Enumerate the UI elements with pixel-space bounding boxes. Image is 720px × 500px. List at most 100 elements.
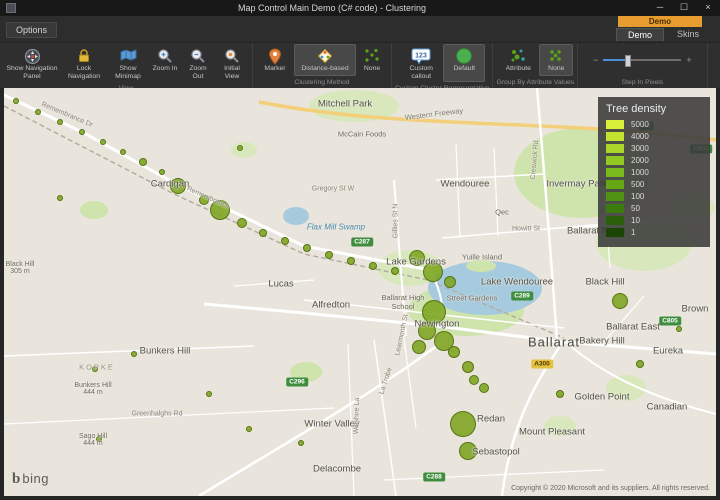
- legend-swatch: [606, 168, 624, 177]
- legend-value: 500: [631, 180, 644, 189]
- map-label: Lake Gardens: [386, 257, 446, 268]
- green-circle-icon: [455, 47, 473, 65]
- legend-value: 10: [631, 216, 640, 225]
- button-label: Attribute: [506, 65, 531, 73]
- map-label: Flax Mill Swamp: [307, 223, 365, 232]
- map-label: Ballarat High School: [382, 293, 425, 311]
- map-label: Yuille Island: [462, 253, 502, 262]
- map-label: Western Freeway: [404, 106, 463, 122]
- distance-based-button[interactable]: Distance-based: [294, 44, 356, 76]
- tab-demo[interactable]: Demo: [616, 28, 664, 41]
- scatter-dots-icon: [363, 47, 381, 65]
- legend-item: 500: [606, 180, 702, 189]
- marker-button[interactable]: Marker: [256, 44, 294, 76]
- callout-123-icon: 123: [411, 47, 431, 65]
- show-minimap-button[interactable]: Show Minimap: [107, 44, 149, 82]
- map-label: Greenhalghs Rd: [132, 411, 183, 418]
- lock-icon: [76, 47, 92, 65]
- button-label: Initial View: [218, 65, 246, 81]
- slider-thumb[interactable]: [625, 55, 631, 67]
- lock-navigation-button[interactable]: Lock Navigation: [61, 44, 107, 82]
- group-clustering-method: Marker Distance-based None Clustering Me…: [253, 43, 392, 88]
- slider-track[interactable]: [603, 59, 681, 61]
- clustering-none-button[interactable]: None: [356, 44, 388, 76]
- map-label: Black Hill: [585, 277, 624, 288]
- map-label: Redan: [477, 414, 505, 425]
- map-label: Ballarat: [528, 335, 580, 350]
- options-button[interactable]: Options: [6, 22, 57, 38]
- map-label: Howitt St: [512, 226, 540, 233]
- map-label: Bakery Hill: [579, 336, 624, 347]
- bing-logo-mark: b: [12, 471, 20, 488]
- legend-item: 1: [606, 228, 702, 237]
- tab-skins[interactable]: Skins: [666, 28, 710, 41]
- legend-value: 4000: [631, 132, 649, 141]
- map-label: Delacombe: [313, 464, 361, 475]
- legend-item: 4000: [606, 132, 702, 141]
- button-label: Distance-based: [301, 65, 348, 73]
- map-label: Remembrance: [186, 185, 231, 210]
- legend-value: 100: [631, 192, 644, 201]
- map-label: Creswick Rd: [530, 140, 540, 180]
- map-label: Lake Wendouree: [481, 277, 553, 288]
- zoom-in-icon: [157, 47, 173, 65]
- zoom-out-button[interactable]: Zoom Out: [181, 44, 215, 82]
- maximize-button[interactable]: ☐: [672, 0, 696, 16]
- map-label: Golden Point: [575, 392, 630, 403]
- default-representative-button[interactable]: Default: [443, 44, 485, 82]
- legend-value: 3000: [631, 144, 649, 153]
- map-label: KOPKE: [79, 363, 115, 372]
- window-title: Map Control Main Demo (C# code) - Cluste…: [16, 3, 648, 13]
- map-label: Eureka: [653, 346, 683, 357]
- legend-item: 50: [606, 204, 702, 213]
- close-button[interactable]: ×: [696, 0, 720, 16]
- minimize-button[interactable]: ─: [648, 0, 672, 16]
- legend-panel: Tree density 500040003000200010005001005…: [598, 97, 710, 247]
- zoom-in-button[interactable]: Zoom In: [149, 44, 181, 82]
- legend-value: 50: [631, 204, 640, 213]
- button-label: Zoom Out: [184, 65, 212, 81]
- map-label: Cardigan: [151, 179, 190, 190]
- button-label: Show Minimap: [110, 65, 146, 81]
- legend-value: 1000: [631, 168, 649, 177]
- map-label: La Trobe: [378, 367, 393, 395]
- map-label: Wiltshire La: [353, 398, 361, 435]
- ribbon-tab-strip: Options Demo Demo Skins: [0, 16, 720, 43]
- map-label: Mitchell Park: [318, 99, 372, 110]
- road-badge: C289: [511, 292, 533, 301]
- button-label: None: [364, 65, 380, 73]
- navigation-panel-icon: [24, 47, 41, 65]
- custom-callout-button[interactable]: 123 Custom callout: [399, 44, 443, 82]
- slider-plus-icon[interactable]: +: [686, 55, 691, 65]
- group-group-by-attribute: Attribute None Group By Attribute Values: [493, 43, 578, 88]
- app-icon: [6, 3, 16, 13]
- group-by-none-button[interactable]: None: [539, 44, 573, 76]
- button-label: Marker: [264, 65, 285, 73]
- road-badge: C805: [659, 317, 681, 326]
- legend-item: 2000: [606, 156, 702, 165]
- ribbon-toolbar: Show Navigation Panel Lock Navigation Sh…: [0, 43, 720, 89]
- ribbon-category-demo[interactable]: Demo: [618, 16, 702, 27]
- attribute-button[interactable]: Attribute: [497, 44, 539, 76]
- initial-view-button[interactable]: Initial View: [215, 44, 249, 82]
- map-canvas[interactable]: Mitchell ParkMcCain FoodsWendoureeInverm…: [4, 88, 716, 496]
- map-label: Canadian: [647, 402, 688, 413]
- legend-value: 2000: [631, 156, 649, 165]
- slider-fill: [603, 59, 625, 61]
- grid-dots-icon: [547, 47, 565, 65]
- legend-item: 1000: [606, 168, 702, 177]
- group-caption-group-by: Group By Attribute Values: [496, 77, 574, 88]
- map-label: Remembrance Dr: [40, 101, 94, 129]
- map-label: Winter Valley: [304, 419, 359, 430]
- map-label: Gregory St W: [312, 186, 354, 193]
- map-label: Mount Pleasant: [519, 427, 585, 438]
- legend-swatch: [606, 144, 624, 153]
- step-slider[interactable]: − +: [581, 43, 704, 77]
- show-navigation-panel-button[interactable]: Show Navigation Panel: [3, 44, 61, 82]
- road-badge: C296: [286, 378, 308, 387]
- map-label: Black Hill 305 m: [6, 261, 35, 275]
- slider-minus-icon[interactable]: −: [593, 55, 598, 65]
- legend-swatch: [606, 132, 624, 141]
- legend-item: 100: [606, 192, 702, 201]
- button-label: Default: [453, 65, 475, 73]
